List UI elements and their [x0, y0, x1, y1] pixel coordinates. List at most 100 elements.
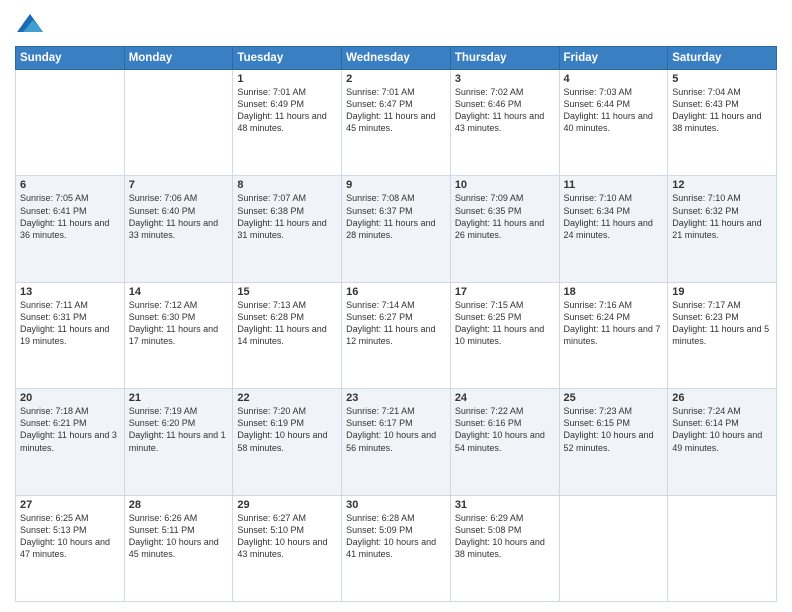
day-number: 21	[129, 392, 229, 404]
calendar-cell: 31Sunrise: 6:29 AM Sunset: 5:08 PM Dayli…	[450, 495, 559, 601]
calendar-cell: 15Sunrise: 7:13 AM Sunset: 6:28 PM Dayli…	[233, 282, 342, 388]
weekday-header-sunday: Sunday	[16, 47, 125, 70]
week-row-4: 20Sunrise: 7:18 AM Sunset: 6:21 PM Dayli…	[16, 389, 777, 495]
calendar-cell: 23Sunrise: 7:21 AM Sunset: 6:17 PM Dayli…	[342, 389, 451, 495]
weekday-header-wednesday: Wednesday	[342, 47, 451, 70]
day-number: 14	[129, 286, 229, 298]
week-row-1: 1Sunrise: 7:01 AM Sunset: 6:49 PM Daylig…	[16, 70, 777, 176]
day-number: 26	[672, 392, 772, 404]
day-number: 20	[20, 392, 120, 404]
calendar-cell: 11Sunrise: 7:10 AM Sunset: 6:34 PM Dayli…	[559, 176, 668, 282]
day-number: 28	[129, 499, 229, 511]
day-number: 5	[672, 73, 772, 85]
calendar-cell	[668, 495, 777, 601]
day-number: 9	[346, 179, 446, 191]
day-number: 31	[455, 499, 555, 511]
day-number: 17	[455, 286, 555, 298]
day-info: Sunrise: 6:27 AM Sunset: 5:10 PM Dayligh…	[237, 512, 337, 561]
calendar-cell: 22Sunrise: 7:20 AM Sunset: 6:19 PM Dayli…	[233, 389, 342, 495]
day-info: Sunrise: 7:11 AM Sunset: 6:31 PM Dayligh…	[20, 299, 120, 348]
day-number: 30	[346, 499, 446, 511]
day-info: Sunrise: 7:15 AM Sunset: 6:25 PM Dayligh…	[455, 299, 555, 348]
day-info: Sunrise: 7:10 AM Sunset: 6:32 PM Dayligh…	[672, 192, 772, 241]
day-info: Sunrise: 7:07 AM Sunset: 6:38 PM Dayligh…	[237, 192, 337, 241]
day-info: Sunrise: 7:01 AM Sunset: 6:47 PM Dayligh…	[346, 86, 446, 135]
calendar-cell: 19Sunrise: 7:17 AM Sunset: 6:23 PM Dayli…	[668, 282, 777, 388]
day-info: Sunrise: 7:05 AM Sunset: 6:41 PM Dayligh…	[20, 192, 120, 241]
day-number: 27	[20, 499, 120, 511]
day-number: 19	[672, 286, 772, 298]
day-number: 29	[237, 499, 337, 511]
logo	[15, 10, 49, 40]
calendar-cell: 16Sunrise: 7:14 AM Sunset: 6:27 PM Dayli…	[342, 282, 451, 388]
day-info: Sunrise: 7:18 AM Sunset: 6:21 PM Dayligh…	[20, 405, 120, 454]
day-number: 1	[237, 73, 337, 85]
day-number: 16	[346, 286, 446, 298]
day-number: 23	[346, 392, 446, 404]
day-info: Sunrise: 6:29 AM Sunset: 5:08 PM Dayligh…	[455, 512, 555, 561]
day-number: 10	[455, 179, 555, 191]
day-info: Sunrise: 7:22 AM Sunset: 6:16 PM Dayligh…	[455, 405, 555, 454]
calendar-cell: 4Sunrise: 7:03 AM Sunset: 6:44 PM Daylig…	[559, 70, 668, 176]
day-info: Sunrise: 7:13 AM Sunset: 6:28 PM Dayligh…	[237, 299, 337, 348]
weekday-header-monday: Monday	[124, 47, 233, 70]
day-number: 6	[20, 179, 120, 191]
day-info: Sunrise: 7:20 AM Sunset: 6:19 PM Dayligh…	[237, 405, 337, 454]
calendar-cell: 5Sunrise: 7:04 AM Sunset: 6:43 PM Daylig…	[668, 70, 777, 176]
day-info: Sunrise: 7:01 AM Sunset: 6:49 PM Dayligh…	[237, 86, 337, 135]
day-info: Sunrise: 7:12 AM Sunset: 6:30 PM Dayligh…	[129, 299, 229, 348]
day-number: 7	[129, 179, 229, 191]
day-number: 15	[237, 286, 337, 298]
day-info: Sunrise: 7:10 AM Sunset: 6:34 PM Dayligh…	[564, 192, 664, 241]
day-info: Sunrise: 7:06 AM Sunset: 6:40 PM Dayligh…	[129, 192, 229, 241]
day-info: Sunrise: 7:17 AM Sunset: 6:23 PM Dayligh…	[672, 299, 772, 348]
day-info: Sunrise: 6:28 AM Sunset: 5:09 PM Dayligh…	[346, 512, 446, 561]
week-row-3: 13Sunrise: 7:11 AM Sunset: 6:31 PM Dayli…	[16, 282, 777, 388]
day-info: Sunrise: 7:04 AM Sunset: 6:43 PM Dayligh…	[672, 86, 772, 135]
day-info: Sunrise: 7:02 AM Sunset: 6:46 PM Dayligh…	[455, 86, 555, 135]
calendar-cell	[16, 70, 125, 176]
header	[15, 10, 777, 40]
day-info: Sunrise: 7:09 AM Sunset: 6:35 PM Dayligh…	[455, 192, 555, 241]
day-info: Sunrise: 6:25 AM Sunset: 5:13 PM Dayligh…	[20, 512, 120, 561]
calendar-cell: 9Sunrise: 7:08 AM Sunset: 6:37 PM Daylig…	[342, 176, 451, 282]
day-number: 13	[20, 286, 120, 298]
weekday-header-tuesday: Tuesday	[233, 47, 342, 70]
day-number: 2	[346, 73, 446, 85]
day-number: 24	[455, 392, 555, 404]
calendar-cell: 26Sunrise: 7:24 AM Sunset: 6:14 PM Dayli…	[668, 389, 777, 495]
calendar: SundayMondayTuesdayWednesdayThursdayFrid…	[15, 46, 777, 602]
day-number: 25	[564, 392, 664, 404]
calendar-cell: 8Sunrise: 7:07 AM Sunset: 6:38 PM Daylig…	[233, 176, 342, 282]
day-number: 12	[672, 179, 772, 191]
calendar-cell: 7Sunrise: 7:06 AM Sunset: 6:40 PM Daylig…	[124, 176, 233, 282]
calendar-cell: 29Sunrise: 6:27 AM Sunset: 5:10 PM Dayli…	[233, 495, 342, 601]
calendar-cell: 12Sunrise: 7:10 AM Sunset: 6:32 PM Dayli…	[668, 176, 777, 282]
day-number: 4	[564, 73, 664, 85]
calendar-cell: 14Sunrise: 7:12 AM Sunset: 6:30 PM Dayli…	[124, 282, 233, 388]
calendar-cell: 28Sunrise: 6:26 AM Sunset: 5:11 PM Dayli…	[124, 495, 233, 601]
day-number: 11	[564, 179, 664, 191]
day-info: Sunrise: 7:23 AM Sunset: 6:15 PM Dayligh…	[564, 405, 664, 454]
week-row-5: 27Sunrise: 6:25 AM Sunset: 5:13 PM Dayli…	[16, 495, 777, 601]
calendar-cell: 25Sunrise: 7:23 AM Sunset: 6:15 PM Dayli…	[559, 389, 668, 495]
day-info: Sunrise: 7:19 AM Sunset: 6:20 PM Dayligh…	[129, 405, 229, 454]
day-number: 18	[564, 286, 664, 298]
calendar-cell: 18Sunrise: 7:16 AM Sunset: 6:24 PM Dayli…	[559, 282, 668, 388]
calendar-cell: 13Sunrise: 7:11 AM Sunset: 6:31 PM Dayli…	[16, 282, 125, 388]
day-info: Sunrise: 7:24 AM Sunset: 6:14 PM Dayligh…	[672, 405, 772, 454]
weekday-header-saturday: Saturday	[668, 47, 777, 70]
calendar-cell: 17Sunrise: 7:15 AM Sunset: 6:25 PM Dayli…	[450, 282, 559, 388]
calendar-cell: 30Sunrise: 6:28 AM Sunset: 5:09 PM Dayli…	[342, 495, 451, 601]
weekday-header-thursday: Thursday	[450, 47, 559, 70]
day-info: Sunrise: 7:16 AM Sunset: 6:24 PM Dayligh…	[564, 299, 664, 348]
calendar-cell: 27Sunrise: 6:25 AM Sunset: 5:13 PM Dayli…	[16, 495, 125, 601]
calendar-cell: 1Sunrise: 7:01 AM Sunset: 6:49 PM Daylig…	[233, 70, 342, 176]
calendar-cell: 21Sunrise: 7:19 AM Sunset: 6:20 PM Dayli…	[124, 389, 233, 495]
page: SundayMondayTuesdayWednesdayThursdayFrid…	[0, 0, 792, 612]
calendar-cell	[559, 495, 668, 601]
day-number: 3	[455, 73, 555, 85]
calendar-cell: 6Sunrise: 7:05 AM Sunset: 6:41 PM Daylig…	[16, 176, 125, 282]
calendar-cell: 24Sunrise: 7:22 AM Sunset: 6:16 PM Dayli…	[450, 389, 559, 495]
calendar-cell: 2Sunrise: 7:01 AM Sunset: 6:47 PM Daylig…	[342, 70, 451, 176]
